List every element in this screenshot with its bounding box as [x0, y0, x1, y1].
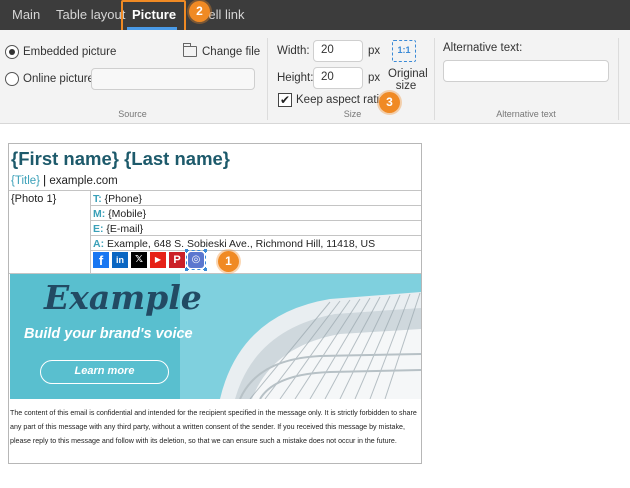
tab-picture[interactable]: Picture — [132, 0, 176, 30]
resize-handle[interactable] — [204, 249, 207, 252]
callout-badge-1: 1 — [218, 251, 239, 272]
contact-value: {Mobile} — [105, 208, 147, 220]
change-file-button[interactable]: Change file — [202, 46, 260, 58]
height-input[interactable]: 20 — [313, 67, 363, 89]
resize-handle[interactable] — [185, 268, 188, 271]
building-illustration — [180, 274, 421, 399]
embedded-picture-radio[interactable] — [5, 45, 19, 59]
folder-icon[interactable] — [183, 43, 197, 57]
selected-picture-frame[interactable] — [185, 249, 207, 271]
banner-learn-more-button[interactable]: Learn more — [40, 360, 169, 384]
embedded-picture-label: Embedded picture — [23, 46, 117, 58]
resize-handle[interactable] — [185, 249, 188, 252]
group-divider — [434, 38, 435, 120]
signature-separator: | — [39, 175, 50, 187]
contact-row-mobile: M: {Mobile} — [93, 208, 146, 220]
height-label: Height: — [277, 72, 314, 84]
contact-key: A: — [93, 238, 105, 250]
contact-value: {Phone} — [101, 193, 143, 205]
source-group-label: Source — [118, 109, 147, 119]
x-icon[interactable]: 𝕏 — [131, 252, 147, 268]
tab-main[interactable]: Main — [12, 0, 40, 30]
height-unit: px — [368, 72, 381, 84]
facebook-icon[interactable]: f — [93, 252, 109, 268]
table-border — [90, 250, 421, 251]
pinterest-icon[interactable]: P — [169, 252, 185, 268]
online-picture-url-input[interactable] — [91, 68, 255, 90]
online-picture-radio[interactable] — [5, 72, 19, 86]
linkedin-icon[interactable]: in — [112, 252, 128, 268]
group-divider — [618, 38, 619, 120]
callout-badge-2: 2 — [189, 1, 210, 22]
photo-placeholder: {Photo 1} — [11, 193, 57, 205]
contact-value: {E-mail} — [103, 223, 144, 235]
youtube-icon[interactable]: ▶ — [150, 252, 166, 268]
contact-row-address: A: Example, 648 S. Sobieski Ave., Richmo… — [93, 238, 375, 250]
alt-text-group-label: Alternative text — [496, 109, 556, 119]
contact-key: T: — [93, 193, 102, 205]
table-border — [90, 190, 91, 273]
width-input[interactable]: 20 — [313, 40, 363, 62]
picture-ribbon: Embedded picture Online picture: Change … — [0, 30, 630, 124]
signature-title-line: {Title} | example.com — [11, 175, 118, 187]
keep-aspect-ratio-checkbox[interactable]: ✔ — [278, 93, 292, 107]
keep-aspect-ratio-label: Keep aspect ratio — [296, 94, 386, 106]
contact-key: M: — [93, 208, 106, 220]
original-size-icon[interactable]: 1:1 — [392, 40, 416, 62]
original-size-label-line1: Original — [388, 68, 428, 80]
original-size-label-line2: size — [395, 80, 417, 92]
width-label: Width: — [277, 45, 310, 57]
signature-name: {First name} {Last name} — [11, 148, 231, 169]
disclaimer-text: The content of this email is confidentia… — [10, 409, 417, 445]
signature-domain: example.com — [49, 175, 118, 187]
table-border — [9, 190, 421, 191]
resize-handle[interactable] — [204, 268, 207, 271]
original-size-label[interactable]: Original size — [388, 68, 428, 92]
banner-title: Example — [44, 278, 202, 317]
online-picture-label: Online picture: — [23, 73, 98, 85]
callout-badge-3: 3 — [379, 92, 400, 113]
table-border — [90, 235, 421, 236]
banner-subtitle: Build your brand's voice — [24, 326, 193, 342]
alt-text-label: Alternative text: — [443, 42, 523, 54]
contact-key: E: — [93, 223, 104, 235]
table-border — [90, 220, 421, 221]
size-group-label: Size — [343, 109, 362, 119]
signature-preview: {First name} {Last name} {Title} | examp… — [8, 143, 422, 464]
tab-table-layout[interactable]: Table layout — [56, 0, 125, 30]
signature-title: {Title} — [11, 175, 40, 187]
contact-row-phone: T: {Phone} — [93, 193, 142, 205]
signature-banner[interactable]: Example Build your brand's voice Learn m… — [10, 274, 421, 399]
contact-value: Example, 648 S. Sobieski Ave., Richmond … — [104, 238, 376, 250]
group-divider — [267, 38, 268, 120]
width-unit: px — [368, 45, 381, 57]
table-border — [90, 205, 421, 206]
alt-text-input[interactable] — [443, 60, 609, 82]
contact-row-email: E: {E-mail} — [93, 223, 143, 235]
ribbon-tab-bar: Main Table layout Picture Cell link — [0, 0, 630, 30]
